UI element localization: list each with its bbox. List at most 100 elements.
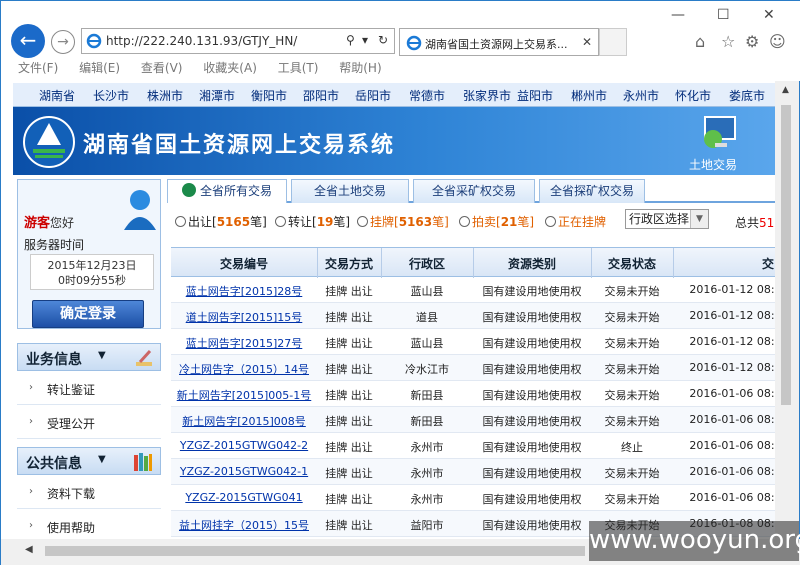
- menu-file[interactable]: 文件(F): [18, 58, 58, 78]
- user-avatar-icon: [124, 190, 156, 230]
- tab-all-trades[interactable]: 全省所有交易: [167, 179, 287, 203]
- cell-status: 交易未开始: [604, 493, 660, 506]
- table-row[interactable]: 冷土网告字（2015）14号 挂牌 出让 冷水江市 国有建设用地使用权 交易未开始 201…: [171, 355, 775, 381]
- land-trade-link[interactable]: 土地交易: [689, 156, 737, 173]
- cell-status: 交易未开始: [604, 311, 660, 324]
- new-tab-button[interactable]: [599, 28, 627, 56]
- tab-mining-trades[interactable]: 全省采矿权交易: [413, 179, 535, 203]
- scroll-thumb[interactable]: [45, 546, 585, 556]
- settings-gear-icon[interactable]: ⚙: [745, 32, 759, 51]
- city-link[interactable]: 株洲市: [147, 87, 183, 104]
- menu-help[interactable]: 帮助(H): [339, 58, 381, 78]
- tab-exploration-trades[interactable]: 全省探矿权交易: [539, 179, 645, 203]
- filter-label: 转让: [288, 215, 313, 229]
- table-row[interactable]: 新土网告字[2015]008号 挂牌 出让 新田县 国有建设用地使用权 交易未开始 201…: [171, 407, 775, 433]
- close-window-icon[interactable]: ✕: [763, 7, 775, 23]
- menu-edit[interactable]: 编辑(E): [79, 58, 120, 78]
- col-header[interactable]: 行政区: [381, 255, 473, 272]
- region-select[interactable]: 行政区选择 ▼: [625, 209, 709, 229]
- home-icon[interactable]: ⌂: [695, 32, 705, 51]
- login-button[interactable]: 确定登录: [32, 300, 144, 328]
- cell-type: 国有建设用地使用权: [482, 285, 582, 298]
- sidebar-item-downloads[interactable]: › 资料下载: [17, 477, 161, 509]
- col-header[interactable]: 交易方式: [317, 255, 381, 272]
- sidebar-item-accept-public[interactable]: › 受理公开: [17, 407, 161, 439]
- smiley-icon[interactable]: ☺: [769, 32, 786, 51]
- filter-transfer[interactable]: 转让[19笔]: [275, 213, 350, 230]
- cell-mode: 挂牌 出让: [325, 493, 373, 506]
- col-header[interactable]: 交: [673, 255, 775, 272]
- refresh-icon[interactable]: ↻: [378, 33, 388, 47]
- public-info-header[interactable]: 公共信息 ▼: [17, 447, 161, 475]
- trade-code-link[interactable]: 新土网告字[2015]008号: [171, 413, 317, 429]
- filter-sell[interactable]: 出让[5165笔]: [175, 213, 267, 230]
- city-link[interactable]: 湖南省: [39, 87, 75, 104]
- col-header[interactable]: 交易编号: [171, 255, 317, 272]
- table-row[interactable]: 道土网告字[2015]15号 挂牌 出让 道县 国有建设用地使用权 交易未开始 2016-…: [171, 303, 775, 329]
- trade-code-link[interactable]: YZGZ-2015GTWG042-2: [171, 439, 317, 452]
- city-link[interactable]: 益阳市: [517, 87, 553, 104]
- menu-tools[interactable]: 工具(T): [278, 58, 319, 78]
- close-tab-icon[interactable]: ✕: [582, 35, 592, 49]
- favorites-star-icon[interactable]: ☆: [721, 32, 735, 51]
- city-link[interactable]: 长沙市: [93, 87, 129, 104]
- city-link[interactable]: 张家界市: [463, 87, 511, 104]
- vertical-scrollbar[interactable]: ▲: [775, 81, 799, 539]
- trade-code-link[interactable]: 蓝土网告字[2015]28号: [171, 283, 317, 299]
- table-row[interactable]: YZGZ-2015GTWG041 挂牌 出让 永州市 国有建设用地使用权 交易未开始 20…: [171, 485, 775, 511]
- business-info-header[interactable]: 业务信息 ▼: [17, 343, 161, 371]
- menu-view[interactable]: 查看(V): [141, 58, 183, 78]
- city-link[interactable]: 郴州市: [571, 87, 607, 104]
- col-header[interactable]: 交易状态: [591, 255, 673, 272]
- filter-auction[interactable]: 拍卖[21笔]: [459, 213, 534, 230]
- browser-tab[interactable]: 湖南省国土资源网上交易系... ✕: [399, 28, 599, 56]
- filter-ongoing[interactable]: 正在挂牌: [545, 213, 606, 230]
- trade-code-link[interactable]: YZGZ-2015GTWG042-1: [171, 465, 317, 478]
- trade-code-link[interactable]: 益土网挂字（2015）15号: [171, 517, 317, 533]
- city-link[interactable]: 常德市: [409, 87, 445, 104]
- sidebar: 游客您好 服务器时间 2015年12月23日 0时09分55秒 确定登录 业务信…: [13, 175, 163, 547]
- radio-icon: [357, 216, 368, 227]
- filter-label: 挂牌: [370, 215, 395, 229]
- forward-button[interactable]: →: [51, 30, 75, 54]
- city-link[interactable]: 永州市: [623, 87, 659, 104]
- city-link[interactable]: 怀化市: [675, 87, 711, 104]
- minimize-icon[interactable]: —: [671, 7, 685, 23]
- cell-region: 新田县: [410, 415, 444, 428]
- monitor-icon[interactable]: [699, 115, 739, 151]
- city-link[interactable]: 湘潭市: [199, 87, 235, 104]
- trade-code-link[interactable]: 蓝土网告字[2015]27号: [171, 335, 317, 351]
- scroll-up-icon[interactable]: ▲: [782, 85, 789, 95]
- greeting: 游客您好: [24, 212, 74, 231]
- scroll-left-icon[interactable]: ◀: [25, 544, 33, 555]
- menu-favorites[interactable]: 收藏夹(A): [203, 58, 257, 78]
- table-row[interactable]: 蓝土网告字[2015]28号 挂牌 出让 蓝山县 国有建设用地使用权 交易未开始 2016…: [171, 277, 775, 303]
- col-header[interactable]: 资源类别: [473, 255, 591, 272]
- address-bar[interactable]: http://222.240.131.93/GTJY_HN/ ⚲ ▾ ↻: [81, 28, 395, 54]
- trade-code-link[interactable]: YZGZ-2015GTWG041: [171, 491, 317, 504]
- back-button[interactable]: ←: [11, 24, 45, 58]
- table-row[interactable]: YZGZ-2015GTWG042-1 挂牌 出让 永州市 国有建设用地使用权 交易未开始…: [171, 459, 775, 485]
- city-link[interactable]: 衡阳市: [251, 87, 287, 104]
- table-row[interactable]: YZGZ-2015GTWG042-2 挂牌 出让 永州市 国有建设用地使用权 终止 201…: [171, 433, 775, 459]
- chevron-down-icon: ▼: [690, 210, 708, 228]
- tab-land-trades[interactable]: 全省土地交易: [291, 179, 409, 203]
- table-row[interactable]: 新土网告字[2015]005-1号 挂牌 出让 新田县 国有建设用地使用权 交易未开始 2…: [171, 381, 775, 407]
- city-link[interactable]: 岳阳市: [355, 87, 391, 104]
- filter-listing[interactable]: 挂牌[5163笔]: [357, 213, 449, 230]
- menu-bar: 文件(F) 编辑(E) 查看(V) 收藏夹(A) 工具(T) 帮助(H): [1, 58, 800, 78]
- maximize-icon[interactable]: ☐: [717, 7, 730, 23]
- tab-icon: [181, 183, 196, 197]
- trade-code-link[interactable]: 冷土网告字（2015）14号: [171, 361, 317, 377]
- trade-code-link[interactable]: 道土网告字[2015]15号: [171, 309, 317, 325]
- city-link[interactable]: 娄底市: [729, 87, 765, 104]
- cell-date: 2016-01-06 08:: [689, 413, 775, 426]
- scroll-thumb[interactable]: [781, 105, 791, 405]
- city-link[interactable]: 邵阳市: [303, 87, 339, 104]
- section-title: 业务信息: [26, 352, 82, 368]
- table-row[interactable]: 蓝土网告字[2015]27号 挂牌 出让 蓝山县 国有建设用地使用权 交易未开始 2016…: [171, 329, 775, 355]
- trade-code-link[interactable]: 新土网告字[2015]005-1号: [171, 387, 317, 403]
- dropdown-icon[interactable]: ▾: [362, 33, 368, 47]
- sidebar-item-transfer-verify[interactable]: › 转让鉴证: [17, 373, 161, 405]
- search-icon[interactable]: ⚲: [346, 33, 355, 47]
